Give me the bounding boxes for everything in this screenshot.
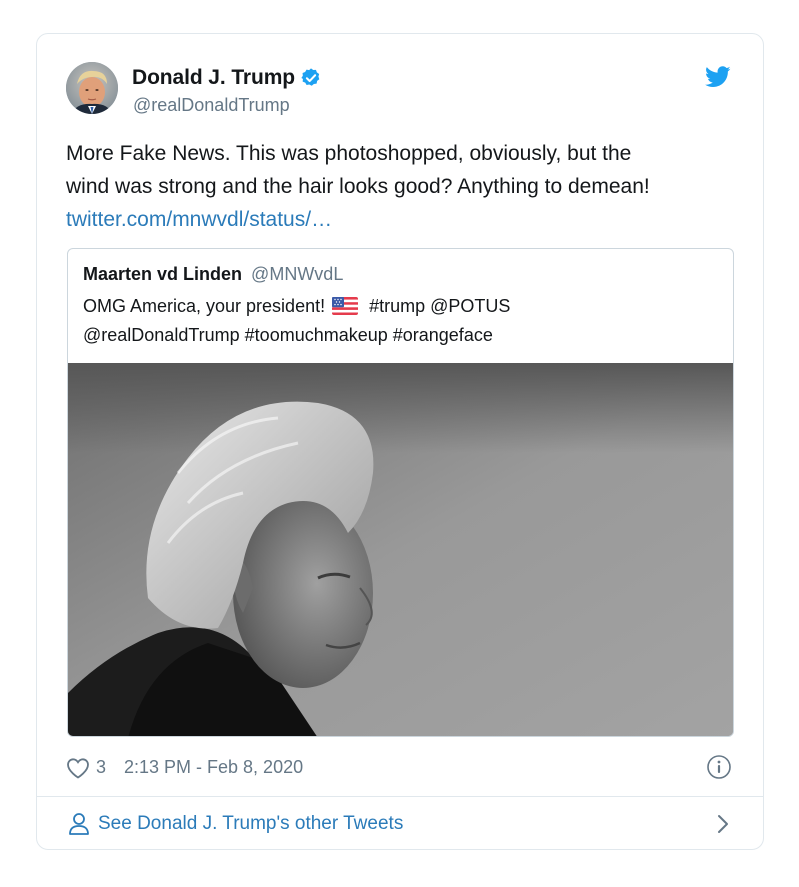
quoted-tweet-header: Maarten vd Linden @MNWvdL xyxy=(83,264,343,285)
divider xyxy=(37,796,763,797)
person-icon xyxy=(68,812,90,836)
tweet-link[interactable]: twitter.com/mnwvdl/status/… xyxy=(66,203,736,236)
see-other-tweets-label[interactable]: See Donald J. Trump's other Tweets xyxy=(98,813,403,835)
tweet-header: Donald J. Trump @realDonaldTrump xyxy=(66,62,734,118)
see-other-tweets-link[interactable]: See Donald J. Trump's other Tweets xyxy=(66,809,734,841)
verified-badge-icon xyxy=(300,67,322,89)
author-name-row: Donald J. Trump xyxy=(132,66,322,90)
chevron-right-icon[interactable] xyxy=(714,813,732,835)
tweet-text: More Fake News. This was photoshopped, o… xyxy=(66,137,736,236)
author-handle[interactable]: @realDonaldTrump xyxy=(133,95,290,116)
quoted-text-line: OMG America, your president! #trump @POT… xyxy=(83,292,723,321)
tweet-meta: 3 2:13 PM - Feb 8, 2020 xyxy=(66,754,734,784)
quoted-tweet[interactable]: Maarten vd Linden @MNWvdL OMG America, y… xyxy=(67,248,734,737)
quoted-text-part: OMG America, your president! xyxy=(83,296,326,316)
quoted-author-name: Maarten vd Linden xyxy=(83,264,243,284)
like-count[interactable]: 3 xyxy=(96,757,106,778)
tweet-text-line: More Fake News. This was photoshopped, o… xyxy=(66,142,632,165)
heart-icon[interactable] xyxy=(66,757,90,779)
author-display-name[interactable]: Donald J. Trump xyxy=(132,66,295,90)
quoted-tweet-photo[interactable] xyxy=(68,363,733,736)
quoted-text-part: #trump @POTUS xyxy=(369,296,511,316)
tweet-text-line: wind was strong and the hair looks good?… xyxy=(66,175,650,198)
twitter-bird-icon[interactable] xyxy=(705,66,731,88)
us-flag-icon xyxy=(332,295,359,315)
tweet-timestamp[interactable]: 2:13 PM - Feb 8, 2020 xyxy=(124,757,303,778)
quoted-tweet-text: OMG America, your president! #trump @POT… xyxy=(83,292,723,350)
embedded-tweet-card: Donald J. Trump @realDonaldTrump More Fa… xyxy=(36,33,764,850)
quoted-author-handle: @MNWvdL xyxy=(251,264,344,284)
avatar[interactable] xyxy=(66,62,118,114)
info-icon[interactable] xyxy=(706,754,732,780)
quoted-text-line: @realDonaldTrump #toomuchmakeup #orangef… xyxy=(83,325,493,345)
